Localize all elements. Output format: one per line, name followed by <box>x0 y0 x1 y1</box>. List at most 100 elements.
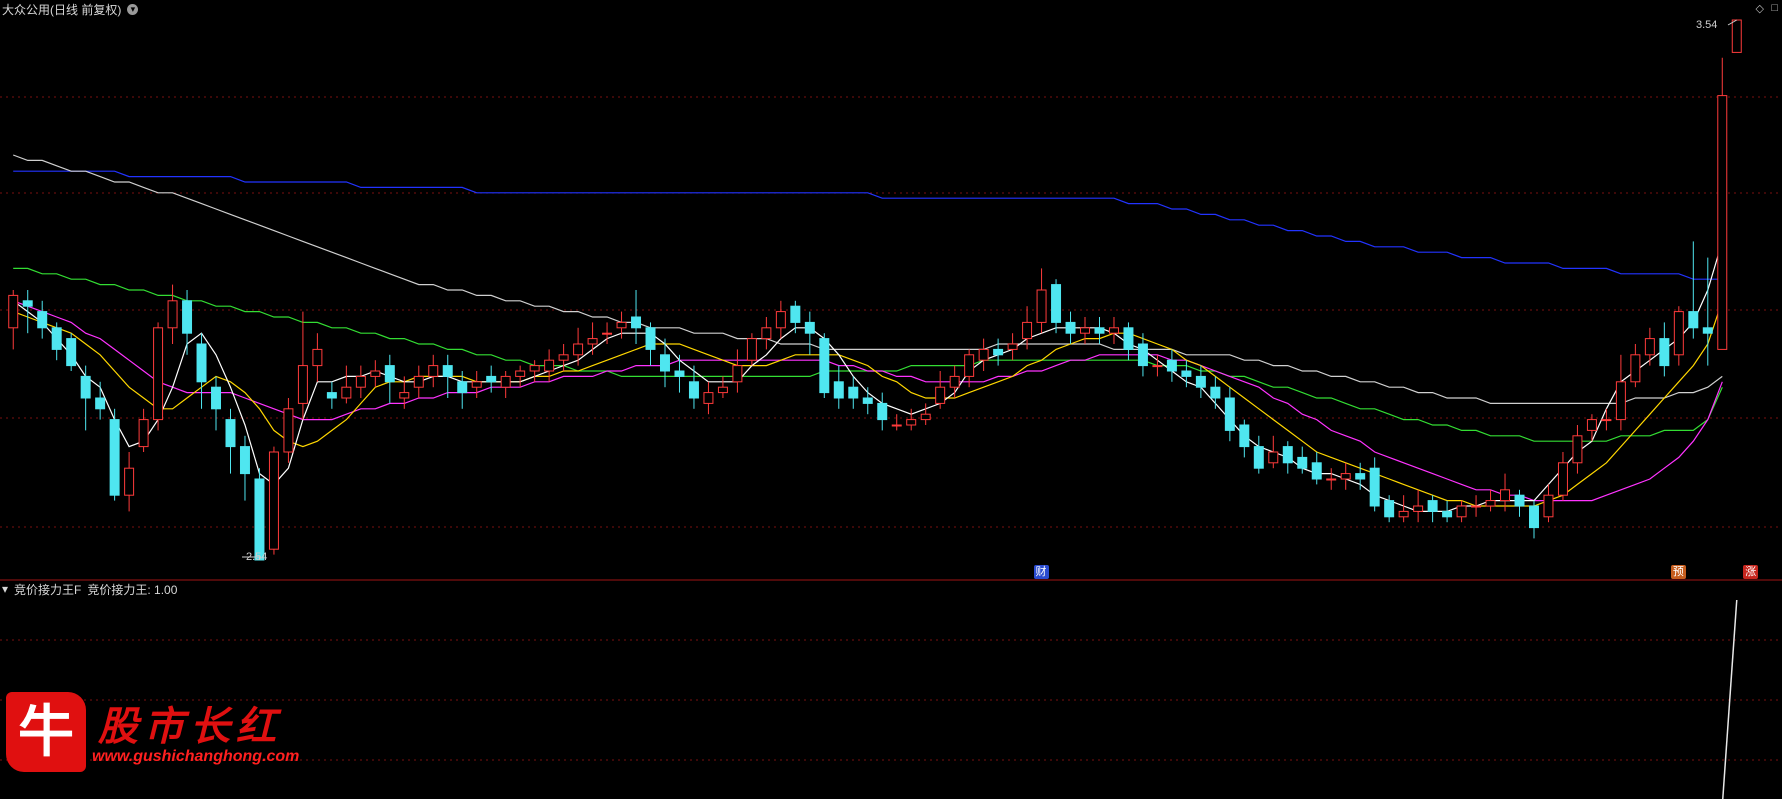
ma120-label: MA120: 2.88 <box>417 2 486 16</box>
candle-body <box>1615 381 1626 421</box>
candle <box>906 408 917 431</box>
candle-body <box>1688 311 1699 329</box>
ma5-label: MA5: 3.13 <box>146 2 202 16</box>
stock-title[interactable]: 大众公用(日线 前复权) <box>2 1 121 18</box>
candle <box>153 322 164 431</box>
candle <box>326 381 337 409</box>
candle-body <box>312 348 323 367</box>
candle <box>891 414 902 431</box>
candle-body <box>746 338 757 361</box>
candle-body <box>457 381 468 394</box>
candle <box>1456 500 1467 523</box>
candle-body <box>1673 311 1684 356</box>
candle-body <box>283 408 294 453</box>
candle-body <box>1369 467 1380 507</box>
candle-body <box>544 359 555 372</box>
candle <box>848 376 859 409</box>
candle <box>1036 268 1047 334</box>
candle-body <box>920 413 931 421</box>
candle <box>862 387 873 415</box>
candle-body <box>254 478 265 561</box>
candle <box>1253 435 1264 474</box>
candle-body <box>1630 354 1641 383</box>
ma250-label: MA250: 3.06 <box>493 2 562 16</box>
chart-legend: 大众公用(日线 前复权) ▾ MA5: 3.13 MA10: 3.02 MA20… <box>2 0 561 18</box>
candle-body <box>1007 343 1018 350</box>
candle-body <box>862 397 873 404</box>
candle-body <box>1297 456 1308 469</box>
candle-body <box>486 375 497 383</box>
kline-chart[interactable] <box>0 0 1782 799</box>
square-icon[interactable]: □ <box>1771 2 1778 14</box>
dropdown-circle-icon[interactable]: ▾ <box>127 3 139 15</box>
event-badge-finance[interactable]: 财 <box>1033 565 1049 579</box>
low-price-label: 2.54 <box>246 551 268 563</box>
candle-body <box>399 392 410 399</box>
candle <box>138 408 149 452</box>
candle-body <box>819 338 830 394</box>
event-badge-limit-up[interactable]: 涨 <box>1743 565 1759 579</box>
candle <box>1572 425 1583 474</box>
candle-body <box>558 354 569 361</box>
candle-body <box>1210 386 1221 399</box>
candle-body <box>500 375 511 388</box>
bull-logo-icon: 牛 <box>6 692 86 772</box>
event-badge-forecast[interactable]: 预 <box>1670 565 1686 579</box>
candle-body <box>1268 451 1279 464</box>
candle-body <box>167 300 178 329</box>
candle-body <box>906 419 917 426</box>
candle <box>631 290 642 344</box>
candle <box>51 322 62 361</box>
candle <box>442 354 453 398</box>
candle <box>1369 457 1380 512</box>
candle-body <box>1702 327 1713 334</box>
candle-body <box>660 354 670 372</box>
ma250-line <box>13 170 1723 280</box>
candle-body <box>109 419 120 496</box>
candle-body <box>573 343 584 356</box>
candle <box>1644 327 1655 366</box>
candle <box>37 300 48 339</box>
candle-body <box>413 375 424 388</box>
candle <box>688 365 699 409</box>
candle <box>1166 349 1177 382</box>
candle <box>254 468 265 561</box>
candle <box>529 360 540 382</box>
candle <box>1485 489 1496 512</box>
candle <box>109 408 120 501</box>
candle-body <box>717 386 728 394</box>
candle <box>384 354 395 404</box>
ma20-label: MA20: 2.87 <box>278 2 340 16</box>
candle <box>1601 408 1612 431</box>
settings-icon[interactable]: ◇ <box>1756 2 1764 15</box>
dropdown-circle-icon[interactable]: ▾ <box>2 582 8 596</box>
candle-body <box>471 381 482 388</box>
candle-body <box>1152 365 1163 368</box>
candle-body <box>442 365 453 377</box>
candle-body <box>1557 462 1568 496</box>
candle-body <box>891 424 902 427</box>
candle-body <box>239 446 250 475</box>
candle <box>1224 387 1235 442</box>
brand-text: 股市长红 <box>98 703 282 750</box>
candle-body <box>225 419 236 448</box>
high-price-label: 3.54 <box>1696 19 1718 31</box>
candle-body <box>703 392 714 404</box>
candle-body <box>355 375 366 388</box>
candle <box>225 408 236 474</box>
candle <box>370 360 381 388</box>
candle-body <box>1080 327 1090 334</box>
candle-body <box>529 365 540 372</box>
candle-body <box>1731 19 1742 53</box>
candle-body <box>95 397 106 410</box>
candle <box>500 371 511 398</box>
candle-body <box>1586 419 1597 431</box>
ma10-label: MA10: 3.02 <box>209 2 271 16</box>
candle <box>1615 354 1626 431</box>
candle <box>1688 241 1699 339</box>
candle <box>1398 495 1409 523</box>
candle-body <box>1427 500 1438 512</box>
candle <box>732 349 743 393</box>
indicator-name[interactable]: 竞价接力王F <box>14 581 81 598</box>
candle <box>717 376 728 398</box>
